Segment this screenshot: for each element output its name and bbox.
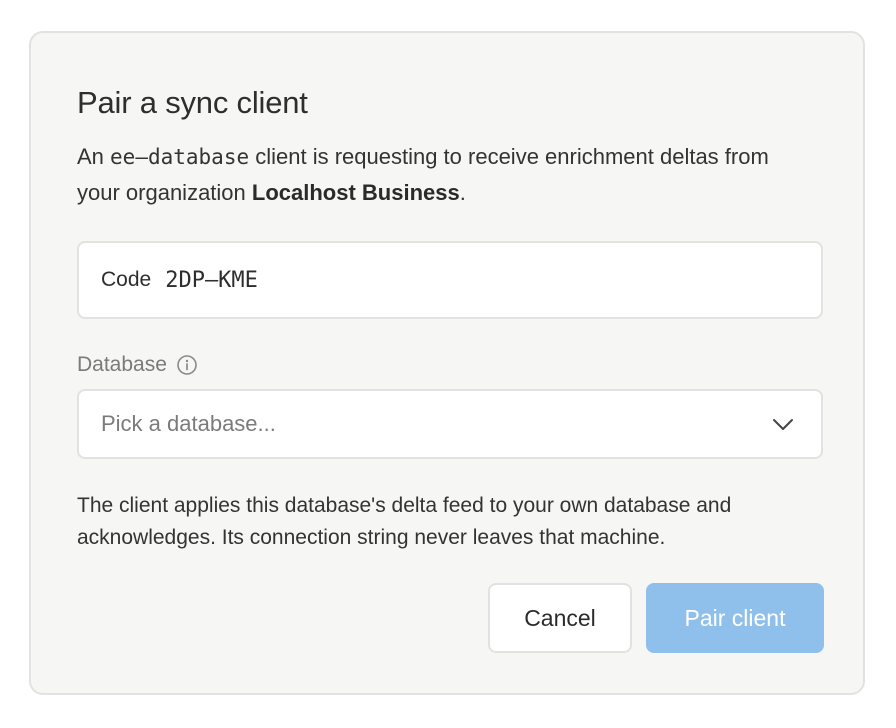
chevron-down-icon: [771, 412, 795, 436]
code-label: Code: [101, 268, 152, 291]
dialog-description: An ee–database client is requesting to r…: [77, 139, 797, 211]
code-value: 2DP–KME: [165, 267, 258, 293]
dialog-note: The client applies this database's delta…: [77, 494, 732, 549]
description-prefix: An: [77, 144, 111, 169]
organization-name: Localhost Business: [251, 180, 460, 205]
pair-client-dialog: Pair a sync client An ee–database client…: [29, 31, 865, 695]
dialog-title: Pair a sync client: [77, 85, 308, 120]
info-icon[interactable]: [176, 354, 198, 376]
database-label: Database: [77, 353, 167, 376]
cancel-button[interactable]: Cancel: [488, 583, 632, 653]
pair-client-button[interactable]: Pair client: [646, 583, 824, 653]
description-suffix: .: [459, 180, 466, 205]
database-label-row: Database: [77, 353, 198, 377]
pairing-code-field: Code 2DP–KME: [77, 241, 823, 319]
database-select[interactable]: Pick a database...: [77, 389, 823, 459]
client-name: ee–database: [110, 145, 250, 169]
database-select-placeholder: Pick a database...: [101, 411, 276, 436]
